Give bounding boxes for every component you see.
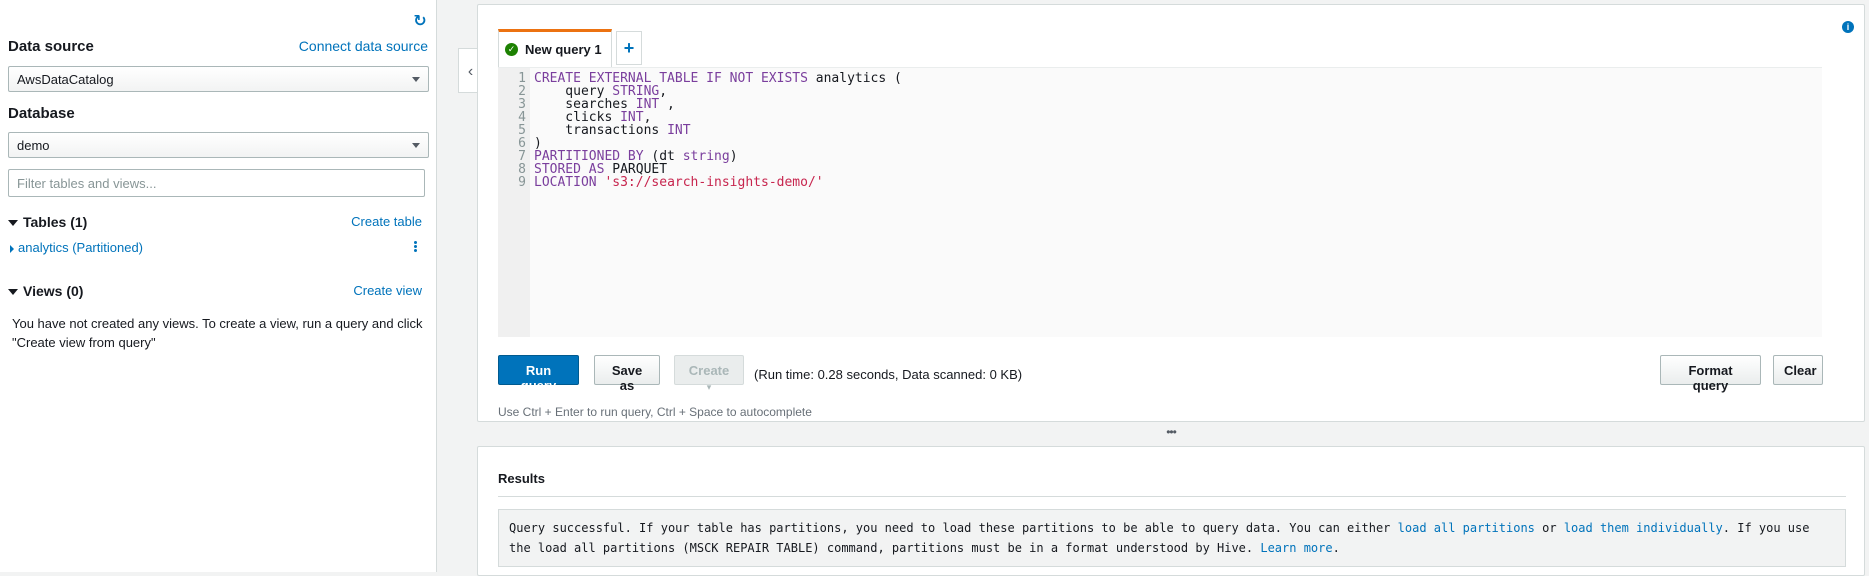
string-literal: 's3://search-insights-demo/' xyxy=(604,175,824,190)
data-source-select[interactable]: AwsDataCatalog xyxy=(8,66,429,92)
create-view-link[interactable]: Create view xyxy=(353,283,422,298)
info-icon[interactable]: i xyxy=(1842,21,1854,33)
create-button[interactable]: Create ▾ xyxy=(674,355,744,392)
line-number: 9 xyxy=(518,175,526,190)
code-text: ) xyxy=(729,149,738,164)
tables-title-text: Tables (1) xyxy=(23,214,88,230)
learn-more-link[interactable]: Learn more xyxy=(1260,541,1332,555)
keyword: string xyxy=(682,149,730,164)
views-title-text: Views (0) xyxy=(23,283,84,299)
database-select[interactable]: demo xyxy=(8,132,429,158)
load-all-partitions-link[interactable]: load all partitions xyxy=(1398,521,1535,535)
filter-tables-input[interactable]: Filter tables and views... xyxy=(8,169,425,197)
code-line: LOCATION 's3://search-insights-demo/' xyxy=(534,176,902,189)
run-info-text: (Run time: 0.28 seconds, Data scanned: 0… xyxy=(754,367,1023,382)
create-button-label: Create xyxy=(688,363,730,378)
database-value: demo xyxy=(17,138,50,153)
message-text: Query successful. If your table has part… xyxy=(509,521,1398,535)
code-content: CREATE EXTERNAL TABLE IF NOT EXISTS anal… xyxy=(534,68,902,189)
results-message: Query successful. If your table has part… xyxy=(498,509,1846,567)
keyword: LOCATION xyxy=(534,175,597,190)
tab-label: New query 1 xyxy=(525,42,602,57)
code-line: transactions INT xyxy=(534,124,902,137)
chevron-left-icon: ‹ xyxy=(467,63,474,80)
sql-editor[interactable]: 1 2 3 4 5 6 7 8 9 CREATE EXTERNAL TABLE … xyxy=(498,67,1822,337)
resize-handle-icon[interactable]: ••• xyxy=(1165,426,1177,438)
chevron-down-icon: ▾ xyxy=(706,382,712,392)
keyword: INT xyxy=(667,123,691,138)
views-section-title[interactable]: Views (0) xyxy=(8,283,83,299)
caret-down-icon xyxy=(8,220,18,227)
sidebar: ↻ Data source Connect data source AwsDat… xyxy=(0,0,437,572)
create-table-link[interactable]: Create table xyxy=(351,214,422,229)
results-panel: Results Query successful. If your table … xyxy=(477,446,1865,576)
clear-button[interactable]: Clear xyxy=(1773,355,1823,385)
data-source-label: Data source xyxy=(8,38,94,55)
caret-down-icon xyxy=(8,289,18,296)
keyboard-hint: Use Ctrl + Enter to run query, Ctrl + Sp… xyxy=(498,405,812,419)
caret-right-icon xyxy=(10,244,14,253)
load-individually-link[interactable]: load them individually xyxy=(1564,521,1723,535)
tables-section-title[interactable]: Tables (1) xyxy=(8,214,87,230)
message-text: or xyxy=(1534,521,1564,535)
refresh-icon[interactable]: ↻ xyxy=(412,14,428,30)
connect-data-source-link[interactable]: Connect data source xyxy=(299,38,428,54)
tab-new-query-1[interactable]: ✓ New query 1 xyxy=(498,29,612,67)
query-editor-panel: ✓ New query 1 + i 1 2 3 4 5 6 7 8 9 CREA… xyxy=(477,4,1865,422)
chevron-down-icon xyxy=(412,143,420,148)
success-check-icon: ✓ xyxy=(505,43,518,56)
message-text: . xyxy=(1332,541,1340,555)
code-text: analytics ( xyxy=(807,71,902,86)
results-title: Results xyxy=(498,471,1846,497)
run-query-button[interactable]: Run query xyxy=(498,355,579,393)
table-item-label: analytics (Partitioned) xyxy=(18,240,143,255)
line-number-gutter: 1 2 3 4 5 6 7 8 9 xyxy=(498,68,530,337)
save-as-button[interactable]: Save as xyxy=(594,355,660,393)
format-query-button[interactable]: Format query xyxy=(1660,355,1761,393)
code-text: , xyxy=(659,97,675,112)
more-options-icon[interactable] xyxy=(412,240,418,256)
views-empty-message: You have not created any views. To creat… xyxy=(12,316,423,350)
database-label: Database xyxy=(8,105,75,122)
table-item-analytics[interactable]: analytics (Partitioned) xyxy=(10,240,143,255)
data-source-value: AwsDataCatalog xyxy=(17,72,114,87)
chevron-down-icon xyxy=(412,77,420,82)
code-text: transactions xyxy=(534,123,668,138)
add-tab-button[interactable]: + xyxy=(616,31,642,65)
